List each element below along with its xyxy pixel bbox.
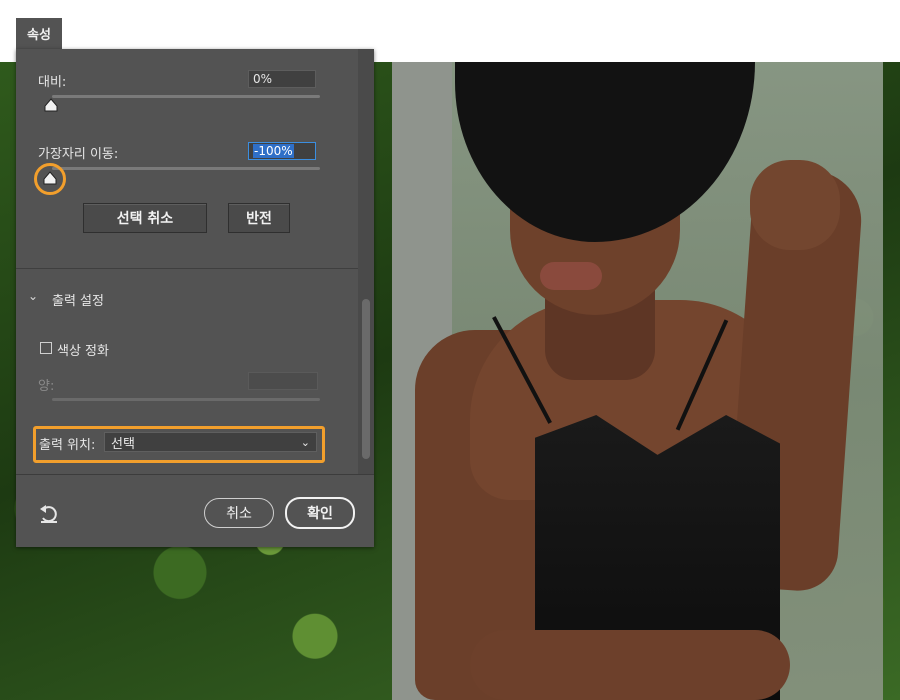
output-to-value: 선택 bbox=[111, 436, 135, 452]
tab-properties[interactable]: 속성 bbox=[16, 18, 62, 49]
contrast-slider-track[interactable] bbox=[52, 95, 320, 98]
contrast-value-text: 0% bbox=[253, 72, 273, 86]
cancel-button[interactable]: 취소 bbox=[204, 498, 274, 528]
panel-scrollbar-thumb[interactable] bbox=[362, 299, 370, 459]
decontaminate-label: 색상 정화 bbox=[57, 344, 109, 359]
chevron-down-icon[interactable]: ⌄ bbox=[28, 289, 38, 303]
amount-value-input[interactable] bbox=[248, 372, 318, 390]
shift-edge-slider-track[interactable] bbox=[52, 167, 320, 170]
footer-divider bbox=[16, 474, 374, 475]
section-divider bbox=[16, 268, 358, 269]
properties-panel: 대비: 0% 가장자리 이동: -100% 선택 취소 반전 ⌄ 출력 설정 색… bbox=[16, 49, 374, 547]
output-settings-title: 출력 설정 bbox=[52, 294, 104, 309]
ok-button[interactable]: 확인 bbox=[285, 497, 355, 529]
contrast-slider-thumb[interactable] bbox=[44, 98, 58, 112]
amount-slider-track[interactable] bbox=[52, 398, 320, 401]
contrast-value-input[interactable]: 0% bbox=[248, 70, 316, 88]
subject-lips bbox=[540, 262, 602, 290]
clear-selection-button[interactable]: 선택 취소 bbox=[83, 203, 207, 233]
subject-hand bbox=[750, 160, 840, 250]
contrast-label: 대비: bbox=[38, 75, 67, 90]
reset-icon[interactable] bbox=[38, 504, 60, 524]
dropdown-chevron-icon: ⌄ bbox=[300, 435, 310, 449]
shift-edge-label: 가장자리 이동: bbox=[38, 147, 119, 162]
shift-edge-value-text: -100% bbox=[253, 144, 294, 158]
shift-edge-slider-thumb[interactable] bbox=[43, 171, 57, 185]
shift-edge-value-input[interactable]: -100% bbox=[248, 142, 316, 160]
output-to-label: 출력 위치: bbox=[39, 438, 96, 453]
output-to-select[interactable]: 선택 ⌄ bbox=[104, 432, 317, 452]
decontaminate-checkbox[interactable] bbox=[40, 342, 52, 354]
invert-button[interactable]: 반전 bbox=[228, 203, 290, 233]
amount-label: 양: bbox=[38, 379, 55, 394]
subject-forearm bbox=[470, 630, 790, 700]
